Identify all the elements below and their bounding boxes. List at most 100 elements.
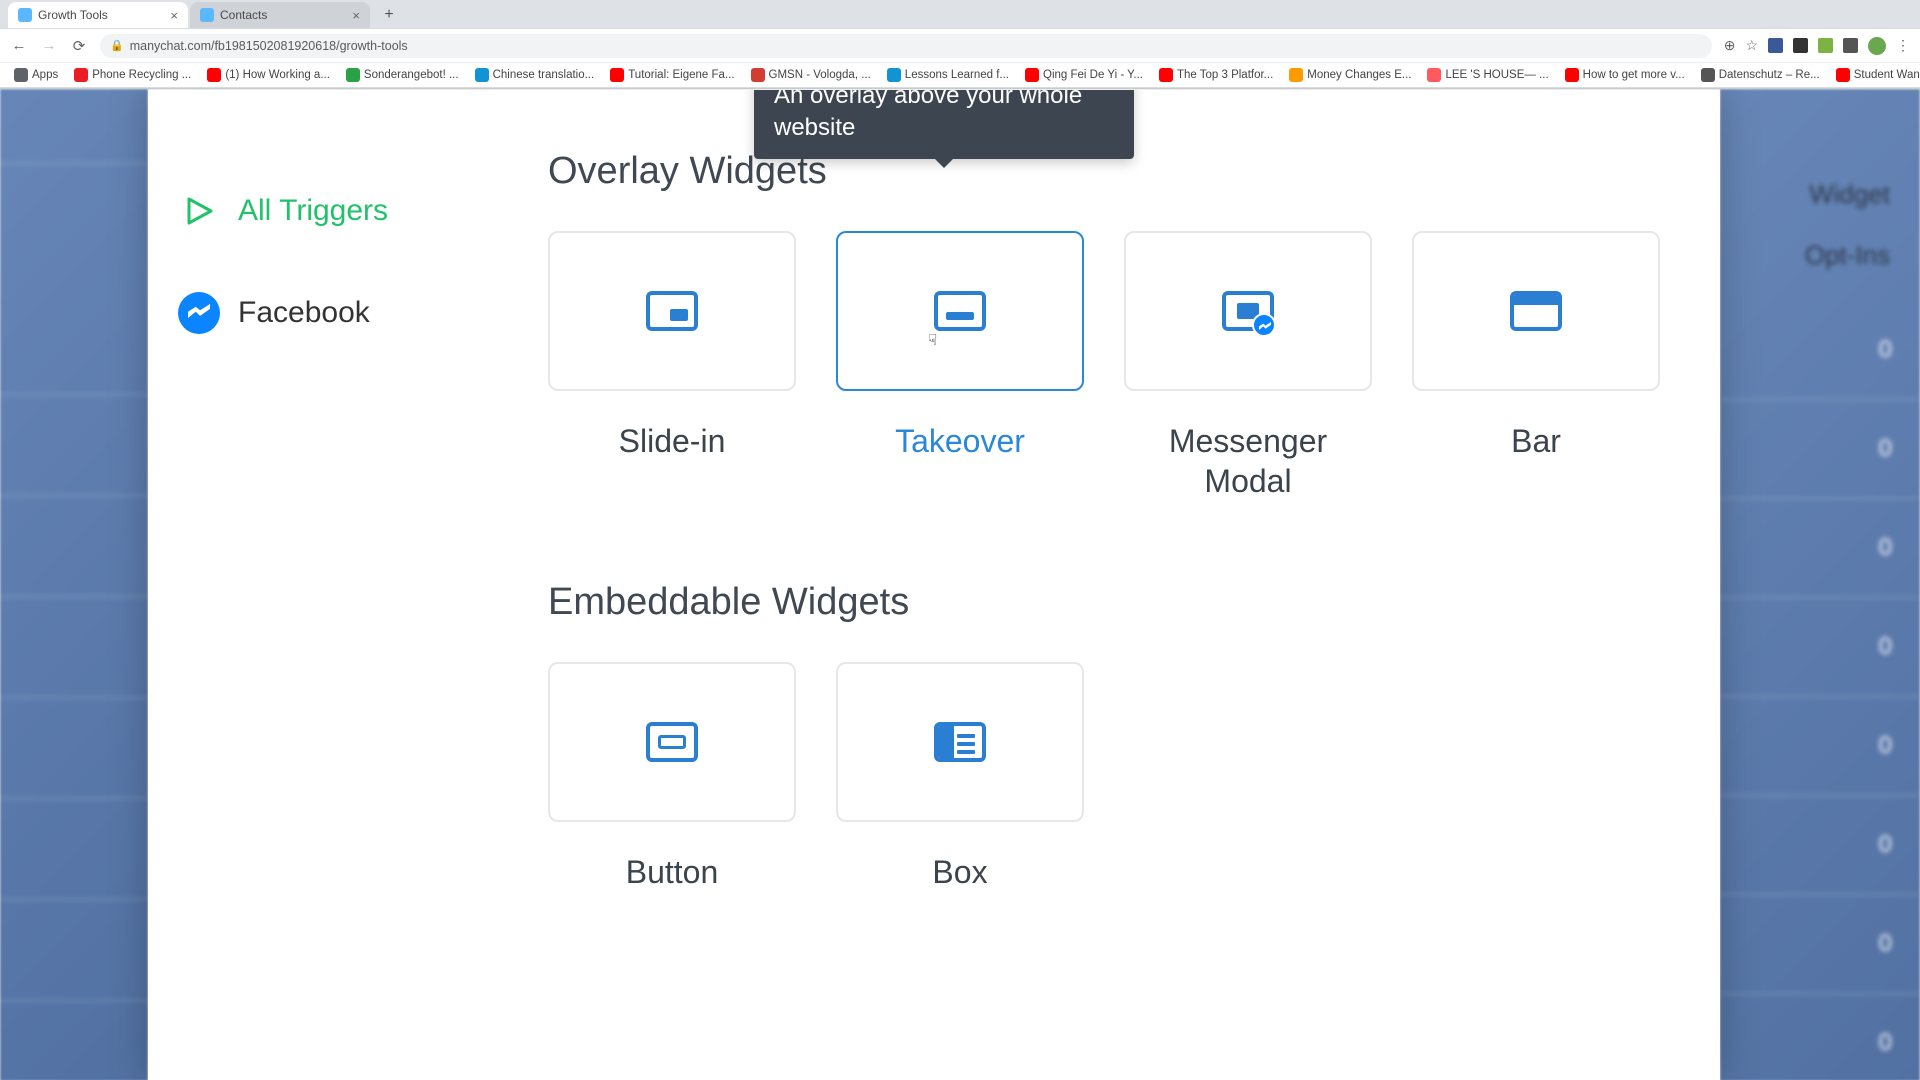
bookmark-item[interactable]: (1) How Working a... bbox=[203, 66, 334, 84]
tab-title: Contacts bbox=[220, 8, 267, 22]
browser-chrome: Growth Tools × Contacts × + ← → ⟳ 🔒 many… bbox=[0, 0, 1920, 89]
takeover-icon bbox=[934, 291, 986, 331]
address-bar[interactable]: 🔒 manychat.com/fb198150208192061­8/growt… bbox=[100, 34, 1712, 58]
bookmark-label: How to get more v... bbox=[1583, 69, 1685, 81]
bar-icon bbox=[1510, 291, 1562, 331]
extension-icon[interactable] bbox=[1768, 38, 1783, 53]
card-bar[interactable]: Bar bbox=[1412, 231, 1660, 501]
bookmark-item[interactable]: The Top 3 Platfor... bbox=[1155, 66, 1277, 84]
sidebar-item-facebook[interactable]: Facebook bbox=[178, 262, 508, 364]
tab-contacts[interactable]: Contacts × bbox=[190, 2, 370, 28]
growth-tools-modal: All Triggers Facebook Overlay Widgets Sl… bbox=[148, 89, 1720, 1080]
bg-text: ch bbox=[0, 89, 148, 164]
profile-avatar[interactable] bbox=[1868, 37, 1886, 55]
url-text: manychat.com/fb198150208192061­8/growth-… bbox=[130, 39, 408, 53]
lock-icon: 🔒 bbox=[110, 39, 124, 52]
bg-list-item: th Tool #4 bbox=[0, 900, 148, 1001]
card-slide-in[interactable]: Slide-in bbox=[548, 231, 796, 501]
bg-header: Widget bbox=[1720, 169, 1920, 210]
bookmark-item[interactable]: Lessons Learned f... bbox=[883, 66, 1013, 84]
play-icon bbox=[178, 190, 220, 232]
bookmark-label: Tutorial: Eigene Fa... bbox=[628, 69, 734, 81]
extension-icon[interactable] bbox=[1818, 38, 1833, 53]
star-icon[interactable]: ☆ bbox=[1745, 37, 1758, 54]
bookmark-item[interactable]: How to get more v... bbox=[1561, 66, 1689, 84]
extension-icon[interactable] bbox=[1793, 38, 1808, 53]
bg-list-item: th Tool #5 bbox=[0, 799, 148, 900]
tooltip-takeover: An overlay above your whole website bbox=[754, 89, 1134, 159]
bookmark-label: Qing Fei De Yi - Y... bbox=[1043, 69, 1143, 81]
tab-title: Growth Tools bbox=[38, 8, 108, 22]
sidebar-item-all-triggers[interactable]: All Triggers bbox=[178, 160, 508, 262]
bookmark-item[interactable]: Qing Fei De Yi - Y... bbox=[1021, 66, 1147, 84]
zoom-icon[interactable]: ⊕ bbox=[1724, 37, 1736, 54]
bookmark-favicon-icon bbox=[1701, 68, 1715, 82]
bookmark-label: Money Changes E... bbox=[1307, 69, 1411, 81]
bg-list-item: th Tool #3 bbox=[0, 1001, 148, 1080]
bookmark-label: The Top 3 Platfor... bbox=[1177, 69, 1273, 81]
close-icon[interactable]: × bbox=[352, 8, 360, 23]
sidebar: All Triggers Facebook bbox=[148, 90, 538, 1080]
reload-icon[interactable]: ⟳ bbox=[70, 37, 88, 55]
bookmark-item[interactable]: Sonderangebot! ... bbox=[342, 66, 463, 84]
card-box[interactable]: Box bbox=[836, 662, 1084, 892]
extension-icon[interactable] bbox=[1843, 38, 1858, 53]
bookmark-item[interactable]: Money Changes E... bbox=[1285, 66, 1415, 84]
bookmark-label: Lessons Learned f... bbox=[905, 69, 1009, 81]
tab-growth-tools[interactable]: Growth Tools × bbox=[8, 2, 188, 28]
bg-value-row: 0 bbox=[1720, 301, 1920, 400]
menu-icon[interactable]: ⋮ bbox=[1896, 37, 1910, 54]
box-widget-icon bbox=[934, 722, 986, 762]
bg-list-item: th Tool #7 bbox=[0, 597, 148, 698]
bookmark-item[interactable]: Chinese translatio... bbox=[471, 66, 599, 84]
bg-value-row: 0 bbox=[1720, 796, 1920, 895]
back-icon[interactable]: ← bbox=[10, 37, 28, 54]
bg-value-row: 0 bbox=[1720, 499, 1920, 598]
button-widget-icon bbox=[646, 722, 698, 762]
bookmark-label: Chinese translatio... bbox=[493, 69, 595, 81]
tab-strip: Growth Tools × Contacts × + bbox=[0, 0, 1920, 28]
bookmark-favicon-icon bbox=[207, 68, 221, 82]
card-button[interactable]: Button bbox=[548, 662, 796, 892]
messenger-modal-icon bbox=[1222, 291, 1274, 331]
bookmark-favicon-icon bbox=[1025, 68, 1039, 82]
sidebar-item-label: Facebook bbox=[238, 296, 370, 330]
bg-value-row: 0 bbox=[1720, 598, 1920, 697]
bg-value-row: 0 bbox=[1720, 895, 1920, 994]
bookmark-favicon-icon bbox=[1159, 68, 1173, 82]
new-tab-button[interactable]: + bbox=[378, 4, 400, 26]
tooltip-text: An overlay above your whole website bbox=[774, 89, 1082, 141]
overlay-widgets-grid: Slide-in ☟ Takeover bbox=[548, 231, 1710, 501]
bookmark-favicon-icon bbox=[346, 68, 360, 82]
bookmark-item[interactable]: Student Wants an... bbox=[1832, 66, 1920, 84]
background-left: ch th Tool #3th Tool #9th Tool #8th Tool… bbox=[0, 89, 148, 1080]
close-icon[interactable]: × bbox=[170, 8, 178, 23]
bookmark-favicon-icon bbox=[1289, 68, 1303, 82]
card-takeover[interactable]: ☟ Takeover bbox=[836, 231, 1084, 501]
bookmark-item[interactable]: Tutorial: Eigene Fa... bbox=[606, 66, 738, 84]
bg-list-item: th Tool #8 bbox=[0, 496, 148, 597]
background-right: Widget Opt-Ins 00000000 bbox=[1720, 89, 1920, 1080]
forward-icon[interactable]: → bbox=[40, 37, 58, 54]
bookmark-favicon-icon bbox=[14, 68, 28, 82]
bg-list-item: th Tool #9 bbox=[0, 395, 148, 496]
bookmark-label: Apps bbox=[32, 69, 58, 81]
bookmark-item[interactable]: Datenschutz – Re... bbox=[1697, 66, 1824, 84]
bookmark-label: Phone Recycling ... bbox=[92, 69, 191, 81]
bookmark-favicon-icon bbox=[1836, 68, 1850, 82]
favicon-icon bbox=[200, 8, 214, 22]
bookmark-item[interactable]: LEE 'S HOUSE— ... bbox=[1423, 66, 1552, 84]
bg-list-item: th Tool #6 bbox=[0, 698, 148, 799]
favicon-icon bbox=[18, 8, 32, 22]
slide-in-icon bbox=[646, 291, 698, 331]
bookmark-item[interactable]: Apps bbox=[10, 66, 62, 84]
bookmark-favicon-icon bbox=[887, 68, 901, 82]
bookmark-item[interactable]: Phone Recycling ... bbox=[70, 66, 195, 84]
bg-value-row: 0 bbox=[1720, 697, 1920, 796]
main-content: Overlay Widgets Slide-in ☟ Takeover bbox=[538, 90, 1720, 1080]
bookmark-label: Student Wants an... bbox=[1854, 69, 1920, 81]
bookmark-label: LEE 'S HOUSE— ... bbox=[1445, 69, 1548, 81]
bookmark-item[interactable]: GMSN - Vologda, ... bbox=[747, 66, 875, 84]
sidebar-item-label: All Triggers bbox=[238, 194, 388, 228]
card-messenger-modal[interactable]: Messenger Modal bbox=[1124, 231, 1372, 501]
